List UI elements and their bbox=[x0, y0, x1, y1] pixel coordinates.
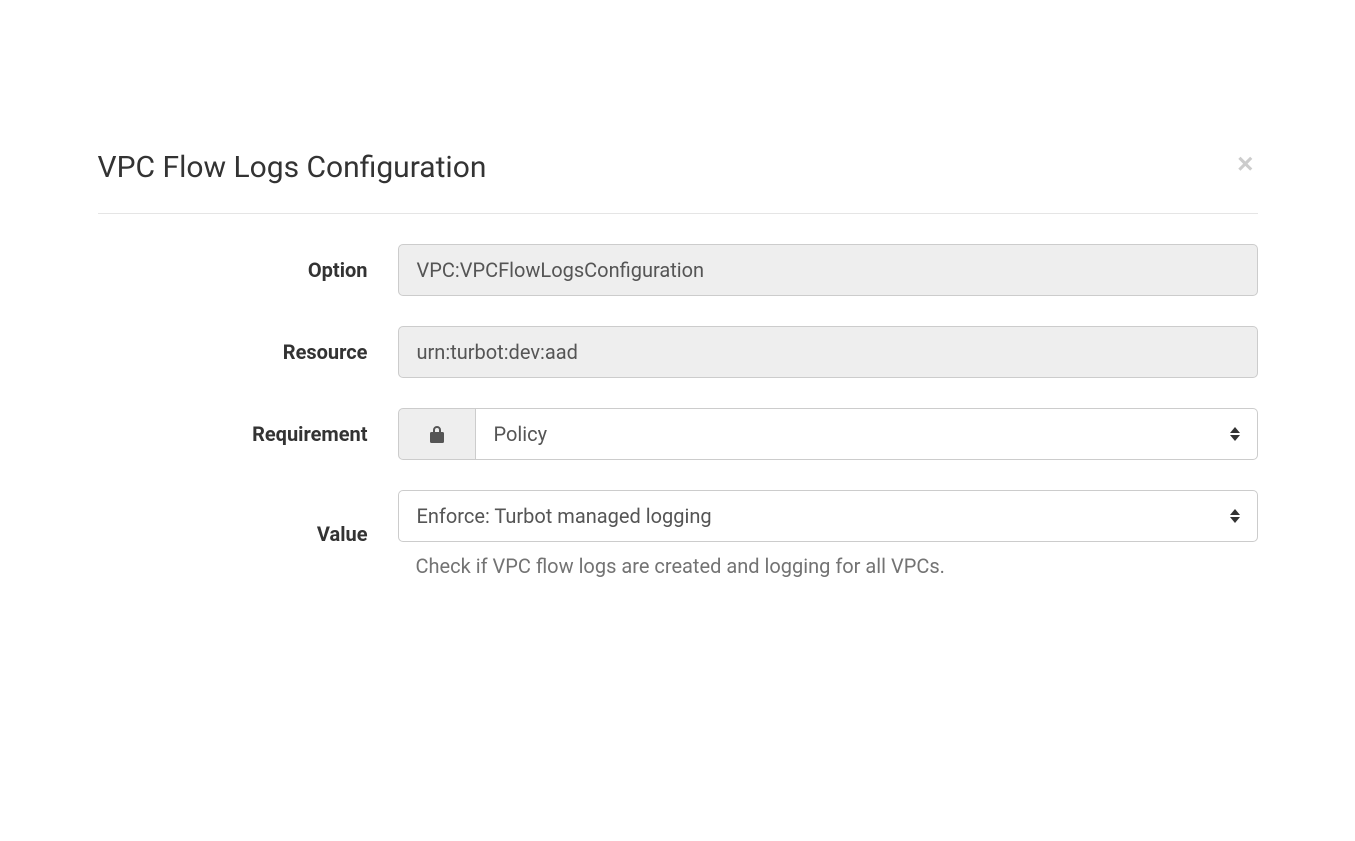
close-button[interactable]: × bbox=[1233, 150, 1257, 178]
resource-label: Resource bbox=[98, 340, 398, 364]
lock-addon[interactable] bbox=[398, 408, 476, 460]
modal-title: VPC Flow Logs Configuration bbox=[98, 150, 487, 185]
option-label: Option bbox=[98, 258, 398, 282]
value-help-text: Check if VPC flow logs are created and l… bbox=[416, 554, 1258, 578]
resource-field-wrap: urn:turbot:dev:aad bbox=[398, 326, 1258, 378]
resource-row: Resource urn:turbot:dev:aad bbox=[98, 326, 1258, 378]
config-modal: VPC Flow Logs Configuration × Option VPC… bbox=[98, 150, 1258, 578]
requirement-select[interactable]: Policy bbox=[476, 408, 1258, 460]
close-icon: × bbox=[1237, 148, 1253, 179]
value-row: Value Enforce: Turbot managed logging Ch… bbox=[98, 490, 1258, 578]
requirement-field-wrap: Policy bbox=[398, 408, 1258, 460]
requirement-select-wrap: Policy bbox=[476, 408, 1258, 460]
value-label: Value bbox=[98, 522, 398, 546]
value-field-wrap: Enforce: Turbot managed logging Check if… bbox=[398, 490, 1258, 578]
requirement-row: Requirement Policy bbox=[98, 408, 1258, 460]
requirement-label: Requirement bbox=[98, 422, 398, 446]
modal-header: VPC Flow Logs Configuration × bbox=[98, 150, 1258, 214]
option-row: Option VPC:VPCFlowLogsConfiguration bbox=[98, 244, 1258, 296]
option-field-wrap: VPC:VPCFlowLogsConfiguration bbox=[398, 244, 1258, 296]
option-field: VPC:VPCFlowLogsConfiguration bbox=[398, 244, 1258, 296]
requirement-group: Policy bbox=[398, 408, 1258, 460]
modal-body: Option VPC:VPCFlowLogsConfiguration Reso… bbox=[98, 214, 1258, 578]
lock-icon bbox=[429, 425, 445, 443]
value-select-wrap: Enforce: Turbot managed logging bbox=[398, 490, 1258, 542]
value-select[interactable]: Enforce: Turbot managed logging bbox=[398, 490, 1258, 542]
resource-field: urn:turbot:dev:aad bbox=[398, 326, 1258, 378]
